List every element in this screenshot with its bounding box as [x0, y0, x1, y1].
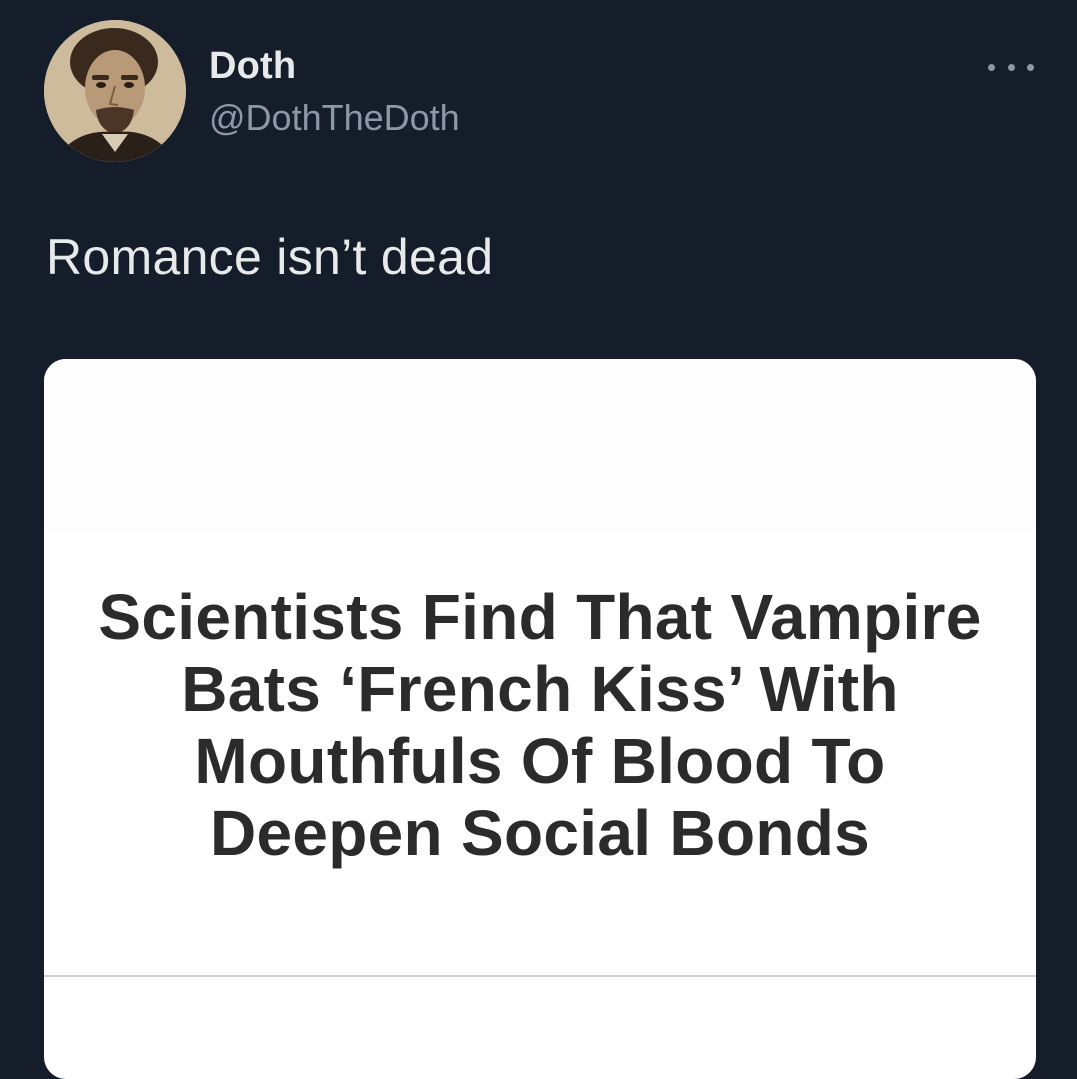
author-handle[interactable]: @DothTheDoth — [209, 97, 460, 139]
more-dot — [988, 63, 995, 71]
link-card[interactable]: Scientists Find That Vampire Bats ‘Frenc… — [44, 359, 1036, 1079]
more-options-icon[interactable] — [988, 52, 1034, 82]
more-dot — [1007, 63, 1015, 71]
card-image-area — [44, 359, 1036, 531]
tweet: Doth @DothTheDoth Romance isn’t dead Sci… — [0, 0, 1077, 1079]
portrait-avatar-image — [44, 20, 186, 162]
avatar[interactable] — [44, 20, 186, 162]
tweet-text: Romance isn’t dead — [46, 229, 494, 285]
card-divider — [44, 975, 1036, 977]
card-headline: Scientists Find That Vampire Bats ‘Frenc… — [98, 581, 982, 869]
author-display-name[interactable]: Doth — [209, 45, 296, 88]
more-dot — [1027, 63, 1034, 71]
